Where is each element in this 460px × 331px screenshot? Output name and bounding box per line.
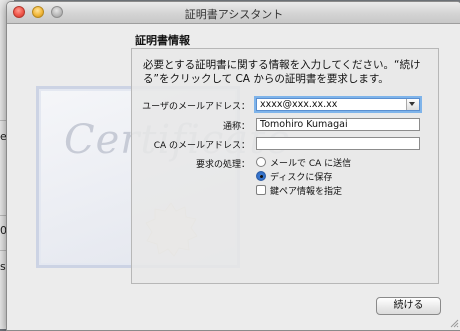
keypair-checkbox-label: 鍵ペア情報を指定 (270, 187, 343, 197)
ca-email-field[interactable] (256, 137, 420, 150)
continue-button[interactable]: 続ける (376, 297, 441, 315)
radio-save-disk-label: ディスクに保存 (270, 173, 333, 183)
email-value: xxxx@xxx.xx.xx (260, 99, 338, 110)
instructions-text: 必要とする証明書に関する情報を入力してください。“続ける”をクリックして CA … (143, 59, 421, 85)
radio-email-ca[interactable]: メールで CA に送信 (256, 156, 351, 169)
keypair-checkbox[interactable]: 鍵ペア情報を指定 (256, 184, 342, 197)
radio-button[interactable] (256, 157, 266, 167)
title-bar[interactable]: 証明書アシスタント (7, 2, 460, 24)
section-heading: 証明書情報 (135, 34, 190, 47)
radio-button-selected[interactable] (256, 171, 266, 181)
email-label: ユーザのメールアドレス： (142, 102, 250, 112)
chevron-down-icon (409, 102, 415, 106)
common-name-label: 通称： (222, 122, 250, 132)
email-dropdown-button[interactable] (406, 99, 419, 110)
email-combobox[interactable]: xxxx@xxx.xx.xx (256, 98, 420, 111)
info-panel: 必要とする証明書に関する情報を入力してください。“続ける”をクリックして CA … (131, 48, 439, 284)
radio-email-ca-label: メールで CA に送信 (270, 159, 352, 169)
ca-email-label: CA のメールアドレス： (153, 141, 250, 151)
window-title: 証明書アシスタント (184, 8, 284, 21)
common-name-field[interactable]: Tomohiro Kumagai (256, 118, 420, 131)
resize-grip-icon[interactable] (450, 319, 459, 328)
background-text: s (0, 260, 6, 273)
checkbox[interactable] (256, 185, 266, 195)
radio-save-disk[interactable]: ディスクに保存 (256, 170, 332, 183)
certificate-assistant-window: 証明書アシスタント Certificate 証明書情報 必要とする証明書に関する… (6, 1, 460, 331)
request-label: 要求の処理： (195, 160, 250, 170)
